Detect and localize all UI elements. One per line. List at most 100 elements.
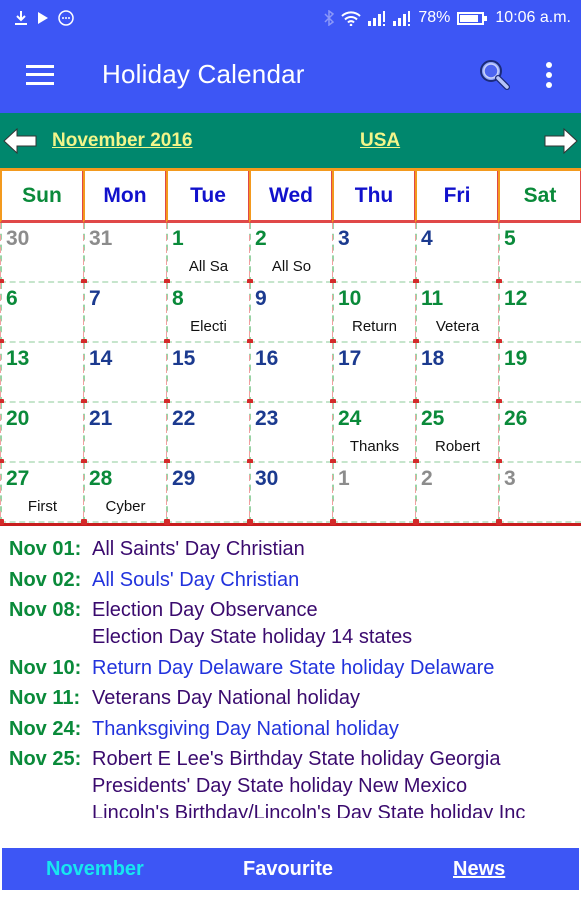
bottom-tab-bar: November Favourite News	[2, 848, 579, 890]
day-cell[interactable]: 6	[0, 283, 83, 345]
app-title: Holiday Calendar	[102, 59, 305, 89]
day-cell[interactable]: 2 All So	[247, 223, 332, 285]
day-cell[interactable]: 29	[164, 463, 249, 525]
day-cell[interactable]: 10 Return	[330, 283, 415, 345]
day-number: 22	[172, 407, 196, 430]
day-number: 4	[421, 227, 433, 250]
day-cell[interactable]: 9	[247, 283, 332, 345]
holiday-names: All Souls' Day Christian	[92, 567, 299, 594]
holiday-name: Thanksgiving Day National holiday	[92, 717, 399, 740]
day-number: 30	[6, 227, 30, 250]
weekday-header-thu: Thu	[332, 171, 415, 223]
day-cell[interactable]: 5	[496, 223, 581, 285]
status-bar: 78% 10:06 a.m.	[0, 0, 581, 36]
day-cell[interactable]: 1 All Sa	[164, 223, 249, 285]
day-event-label: Thanks	[349, 438, 400, 455]
holiday-names: Election Day Observance Election Day Stat…	[92, 597, 412, 651]
day-cell[interactable]: 7	[81, 283, 166, 345]
holiday-list-item[interactable]: Nov 11: Veterans Day National holiday	[9, 685, 581, 712]
day-cell[interactable]: 2	[413, 463, 498, 525]
holiday-list-item[interactable]: Nov 10: Return Day Delaware State holiday…	[9, 655, 581, 682]
day-number: 17	[338, 347, 362, 370]
tab-november[interactable]: November	[46, 858, 144, 881]
holiday-date: Nov 02:	[9, 568, 82, 591]
day-event-label: Robert	[434, 438, 481, 455]
day-cell[interactable]: 18	[413, 343, 498, 405]
holiday-list-item[interactable]: Nov 24: Thanksgiving Day National holiday	[9, 716, 581, 743]
holiday-list-item[interactable]: Nov 08: Election Day Observance Election D…	[9, 597, 581, 651]
weekday-header-tue: Tue	[166, 171, 249, 223]
day-cell[interactable]: 21	[81, 403, 166, 465]
day-cell[interactable]: 11 Vetera	[413, 283, 498, 345]
more-vert-icon[interactable]	[529, 55, 569, 95]
day-cell[interactable]: 30	[0, 223, 83, 285]
day-cell[interactable]: 20	[0, 403, 83, 465]
signal-r-icon	[368, 10, 386, 26]
day-number: 24	[338, 407, 362, 430]
day-cell[interactable]: 15	[164, 343, 249, 405]
holiday-date: Nov 24:	[9, 717, 82, 740]
holiday-names: All Saints' Day Christian	[92, 536, 305, 563]
day-cell[interactable]: 3	[330, 223, 415, 285]
day-number: 12	[504, 287, 528, 310]
weekday-header-sun: Sun	[0, 171, 83, 223]
day-number: 7	[89, 287, 101, 310]
day-cell[interactable]: 13	[0, 343, 83, 405]
day-cell[interactable]: 22	[164, 403, 249, 465]
day-number: 25	[421, 407, 445, 430]
day-number: 19	[504, 347, 528, 370]
day-cell[interactable]: 8 Electi	[164, 283, 249, 345]
day-cell[interactable]: 19	[496, 343, 581, 405]
holiday-list-item[interactable]: Nov 02: All Souls' Day Christian	[9, 567, 581, 594]
week-row: 6 7 8 Electi 9 10 Return 11 Vetera 12	[0, 283, 581, 345]
day-cell[interactable]: 3	[496, 463, 581, 525]
day-cell[interactable]: 1	[330, 463, 415, 525]
day-cell[interactable]: 16	[247, 343, 332, 405]
weekday-header-wed: Wed	[249, 171, 332, 223]
day-number: 5	[504, 227, 516, 250]
weekday-header-fri: Fri	[415, 171, 498, 223]
day-cell[interactable]: 31	[81, 223, 166, 285]
holiday-date: Nov 11:	[9, 687, 81, 709]
week-row: 13 14 15 16 17 18 19	[0, 343, 581, 405]
day-number: 3	[338, 227, 350, 250]
day-cell[interactable]: 25 Robert	[413, 403, 498, 465]
day-number: 23	[255, 407, 279, 430]
day-cell[interactable]: 30	[247, 463, 332, 525]
day-cell[interactable]: 12	[496, 283, 581, 345]
holiday-list-item[interactable]: Nov 01: All Saints' Day Christian	[9, 536, 581, 563]
more-horiz-circle-icon	[58, 10, 74, 26]
day-cell[interactable]: 23	[247, 403, 332, 465]
tab-news[interactable]: News	[453, 858, 505, 881]
month-label[interactable]: November 2016	[52, 130, 192, 152]
day-number: 1	[338, 467, 350, 490]
prev-month-button[interactable]	[2, 126, 38, 156]
day-cell[interactable]: 28 Cyber	[81, 463, 166, 525]
battery-percent: 78%	[418, 9, 451, 26]
play-store-icon	[37, 11, 49, 25]
hamburger-menu-icon[interactable]	[26, 64, 54, 85]
bluetooth-icon	[324, 10, 335, 26]
day-number: 2	[255, 227, 267, 250]
holiday-date: Nov 01:	[9, 538, 82, 560]
holiday-name: All Saints' Day Christian	[92, 538, 305, 560]
country-selector[interactable]: USA	[360, 130, 400, 152]
holiday-names: Return Day Delaware State holiday Delawa…	[92, 655, 494, 682]
weekday-header-mon: Mon	[83, 171, 166, 223]
day-cell[interactable]: 14	[81, 343, 166, 405]
day-cell[interactable]: 4	[413, 223, 498, 285]
holiday-list-item[interactable]: Nov 25: Robert E Lee's Birthday State hol…	[9, 746, 581, 818]
tab-favourite[interactable]: Favourite	[243, 858, 333, 881]
holiday-list[interactable]: Nov 01: All Saints' Day Christian Nov 02: A…	[0, 536, 581, 818]
day-event-label: Electi	[190, 318, 227, 335]
weekday-header-row: Sun Mon Tue Wed Thu Fri Sat	[0, 171, 581, 223]
day-cell[interactable]: 26	[496, 403, 581, 465]
next-month-button[interactable]	[543, 126, 579, 156]
day-event-label: All So	[271, 258, 312, 275]
day-number: 21	[89, 407, 113, 430]
day-cell[interactable]: 17	[330, 343, 415, 405]
search-button[interactable]	[475, 55, 515, 95]
signal-icon	[393, 10, 411, 26]
day-cell[interactable]: 27 First	[0, 463, 83, 525]
day-cell[interactable]: 24 Thanks	[330, 403, 415, 465]
